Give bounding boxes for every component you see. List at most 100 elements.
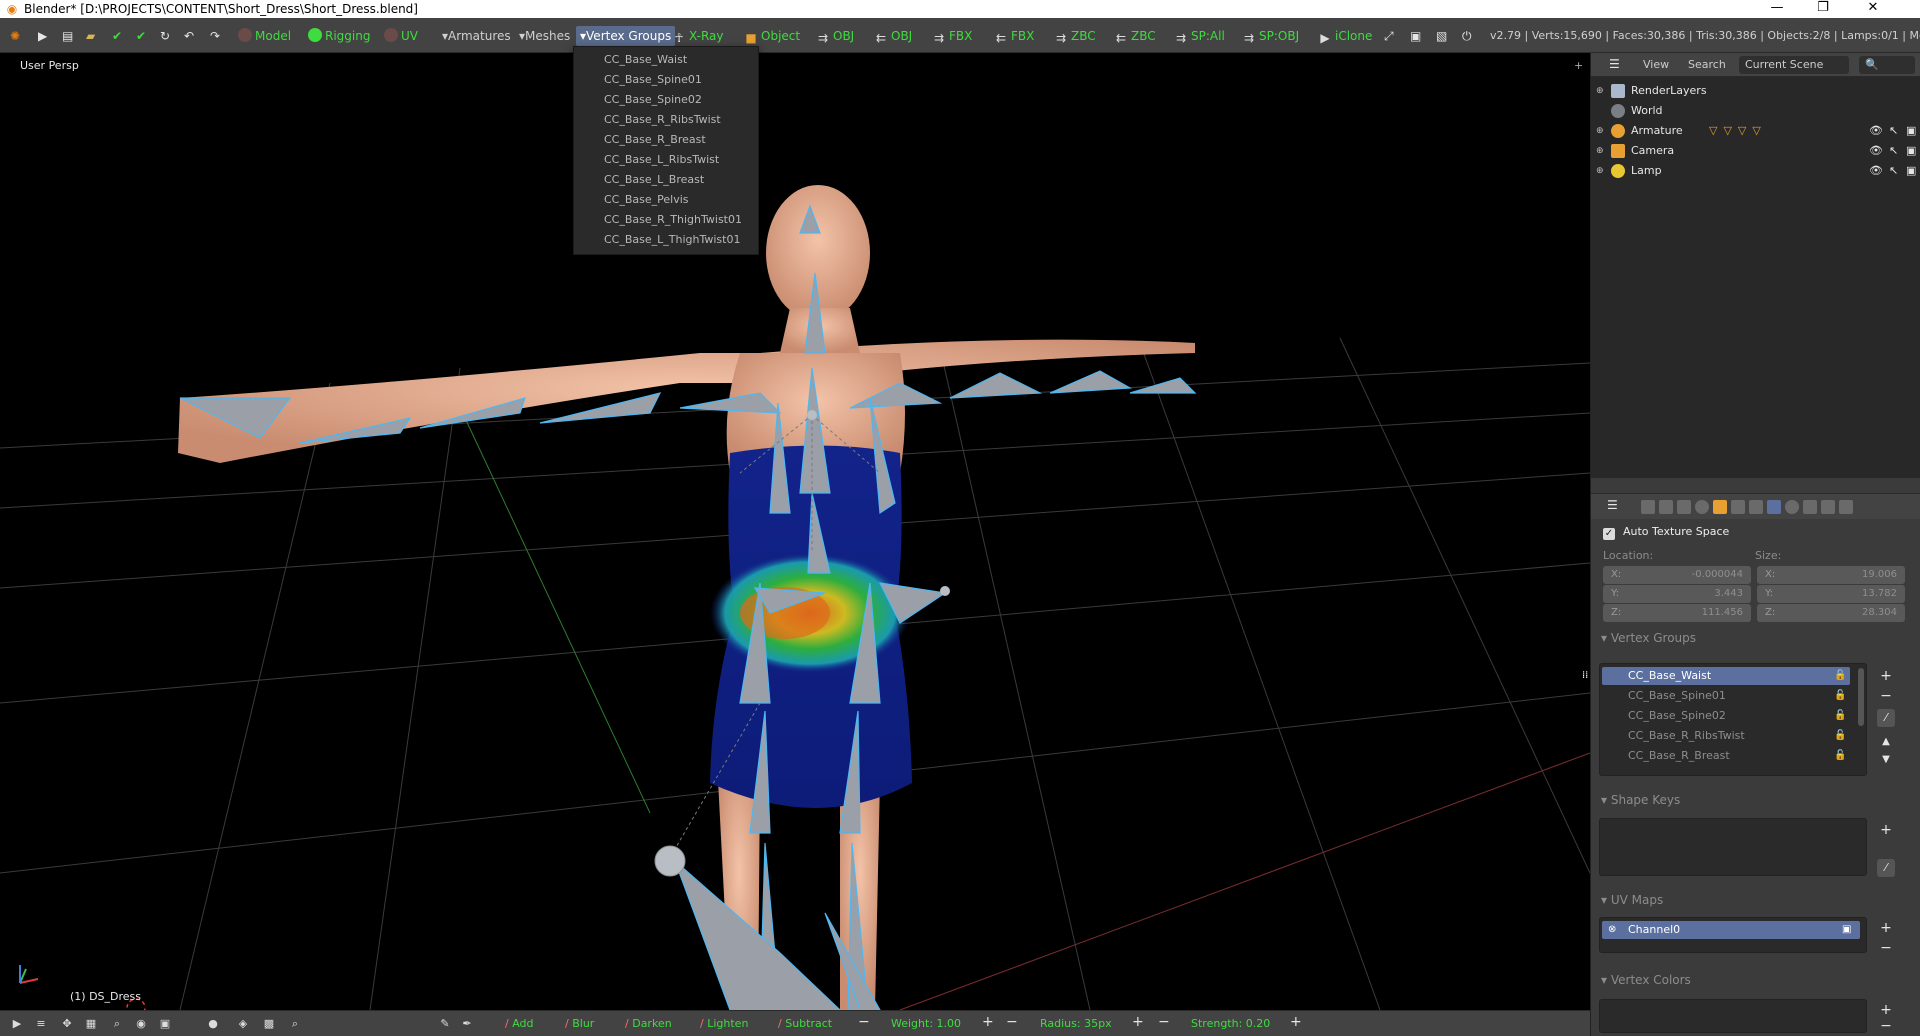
zbc-import-button[interactable]: ⇇ ZBC — [1114, 26, 1156, 46]
particles-tab-icon[interactable] — [1821, 500, 1835, 514]
uv-maps-panel-toggle[interactable]: ▾ UV Maps — [1601, 893, 1663, 907]
move-down-button[interactable]: ▼ — [1877, 751, 1895, 769]
remove-vertex-group-button[interactable]: − — [1877, 687, 1895, 705]
brush-darken-button[interactable]: / Darken — [625, 1017, 672, 1031]
render-camera-icon[interactable]: ▣ — [1906, 141, 1916, 161]
outliner-item-lamp[interactable]: ⊕ Lamp 👁 ↖ ▣ — [1591, 161, 1920, 181]
new-file-icon[interactable]: ▤ — [62, 26, 73, 46]
lock-icon[interactable]: 🔓 — [1834, 747, 1846, 765]
meshes-menu[interactable]: ▾Meshes — [519, 26, 570, 46]
fbx-import-button[interactable]: ⇇ FBX — [994, 26, 1034, 46]
brush-add-button[interactable]: / Add — [505, 1017, 534, 1031]
render-layers-tab-icon[interactable] — [1659, 500, 1673, 514]
play-icon[interactable]: ▶ — [10, 1017, 24, 1031]
dropdown-item[interactable]: CC_Base_Pelvis — [604, 191, 689, 209]
add-uv-map-button[interactable]: + — [1877, 919, 1895, 937]
render-camera-icon[interactable]: ▣ — [1906, 161, 1916, 181]
dropdown-item[interactable]: CC_Base_Spine02 — [604, 91, 702, 109]
fullscreen-icon[interactable]: ⤢ — [1384, 26, 1394, 46]
shape-key-specials-button[interactable]: ⁄ — [1877, 859, 1895, 877]
list-item[interactable]: CC_Base_Spine02 🔓 — [1602, 707, 1850, 725]
check-all-icon[interactable]: ✔ — [136, 26, 146, 46]
close-icon[interactable]: ✕ — [1850, 0, 1896, 18]
view-icon[interactable]: ◉ — [134, 1017, 148, 1031]
object-tab-icon[interactable] — [1713, 500, 1727, 514]
dropdown-item[interactable]: CC_Base_L_ThighTwist01 — [604, 231, 740, 249]
dropdown-item[interactable]: CC_Base_R_ThighTwist01 — [604, 211, 742, 229]
3d-viewport[interactable]: User Persp + (1) DS_Dress — [0, 53, 1590, 1010]
render-camera-icon[interactable]: ▣ — [1906, 121, 1916, 141]
iclone-button[interactable]: ▶ iClone — [1318, 26, 1372, 46]
outliner-item-armature[interactable]: ⊕ Armature ▽▽▽▽ 👁 ↖ ▣ — [1591, 121, 1920, 141]
restore-icon[interactable]: ❐ — [1800, 0, 1846, 18]
move-up-button[interactable]: ▲ — [1877, 733, 1895, 751]
strength-value[interactable]: Strength: 0.20 — [1191, 1017, 1270, 1031]
shading-icon[interactable]: ● — [206, 1017, 220, 1031]
image-icon[interactable]: ▧ — [1436, 26, 1447, 46]
lock-icon[interactable]: 🔓 — [1834, 667, 1846, 685]
snap-icon[interactable]: ✥ — [60, 1017, 74, 1031]
strength-decrease-button[interactable]: − — [1158, 1015, 1170, 1029]
obj-export-button[interactable]: ⇉ OBJ — [816, 26, 854, 46]
radius-increase-button[interactable]: + — [1132, 1015, 1144, 1029]
blender-menu-icon[interactable]: ✺ — [10, 26, 20, 46]
list-item[interactable]: CC_Base_Waist ⁞⁞ 🔓 — [1582, 667, 1850, 685]
brush-blur-button[interactable]: / Blur — [565, 1017, 594, 1031]
undo-icon[interactable]: ↶ — [184, 26, 194, 46]
check-icon[interactable]: ✔ — [112, 26, 122, 46]
paint-tools-icon[interactable]: ✎ — [438, 1017, 452, 1031]
texture-tab-icon[interactable] — [1803, 500, 1817, 514]
expand-icon[interactable]: ⊕ — [1596, 141, 1604, 161]
outliner-view-menu[interactable]: View — [1643, 58, 1669, 71]
screenshot-icon[interactable]: ▣ — [1410, 26, 1421, 46]
power-icon[interactable]: ⏻ — [1462, 26, 1472, 46]
open-folder-icon[interactable]: ▰ — [86, 26, 95, 46]
xray-button[interactable]: ☥ X-Ray — [672, 26, 724, 46]
mask-icon[interactable]: ▩ — [262, 1017, 276, 1031]
minimize-icon[interactable]: — — [1754, 0, 1800, 18]
fbx-export-button[interactable]: ⇉ FBX — [932, 26, 972, 46]
properties-editor-icon[interactable]: ☰ — [1607, 498, 1618, 512]
model-button[interactable]: Model — [238, 26, 291, 46]
vertex-groups-menu[interactable]: ▾Vertex Groups — [576, 26, 676, 46]
dropdown-item[interactable]: CC_Base_R_RibsTwist — [604, 111, 721, 129]
list-item[interactable]: ⊗ Channel0 ▣ — [1602, 921, 1860, 939]
select-arrow-icon[interactable]: ↖ — [1889, 141, 1898, 161]
radius-value[interactable]: Radius: 35px — [1040, 1017, 1112, 1031]
brush-lighten-button[interactable]: / Lighten — [700, 1017, 748, 1031]
grid-icon[interactable]: ▦ — [84, 1017, 98, 1031]
mesh-select-icon[interactable]: ▣ — [158, 1017, 172, 1031]
zoom-icon[interactable]: ⌕ — [110, 1017, 124, 1031]
weight-increase-button[interactable]: + — [982, 1015, 994, 1029]
location-x-field[interactable]: X: -0.000044 — [1603, 566, 1751, 584]
location-z-field[interactable]: Z: 111.456 — [1603, 604, 1751, 622]
vertex-group-specials-button[interactable]: ⁄ — [1877, 709, 1895, 727]
location-y-field[interactable]: Y: 3.443 — [1603, 585, 1751, 603]
dropdown-item[interactable]: CC_Base_R_Breast — [604, 131, 706, 149]
vertex-groups-panel-toggle[interactable]: ▾ Vertex Groups — [1601, 631, 1696, 645]
uv-button[interactable]: UV — [384, 26, 418, 46]
visibility-eye-icon[interactable]: 👁 — [1869, 161, 1883, 181]
visibility-eye-icon[interactable]: 👁 — [1869, 121, 1883, 141]
outliner-search-menu[interactable]: Search — [1688, 58, 1726, 71]
auto-texture-space-checkbox[interactable]: ✓ — [1603, 528, 1615, 540]
armatures-menu[interactable]: ▾Armatures — [442, 26, 511, 46]
dropdown-item[interactable]: CC_Base_L_RibsTwist — [604, 151, 719, 169]
object-button[interactable]: ■ Object — [744, 26, 800, 46]
scene-tab-icon[interactable] — [1677, 500, 1691, 514]
expand-icon[interactable]: ⊕ — [1596, 161, 1604, 181]
menu-icon[interactable]: ≡ — [34, 1017, 48, 1031]
weight-decrease-button[interactable]: − — [858, 1015, 870, 1029]
list-item[interactable]: CC_Base_R_RibsTwist 🔓 — [1602, 727, 1850, 745]
play-icon[interactable]: ▶ — [38, 26, 47, 46]
data-tab-icon[interactable] — [1767, 500, 1781, 514]
visibility-eye-icon[interactable]: 👁 — [1869, 141, 1883, 161]
size-x-field[interactable]: X: 19.006 — [1757, 566, 1905, 584]
zbc-export-button[interactable]: ⇉ ZBC — [1054, 26, 1096, 46]
refresh-icon[interactable]: ↻ — [160, 26, 170, 46]
obj-import-button[interactable]: ⇇ OBJ — [874, 26, 912, 46]
expand-icon[interactable]: ⊕ — [1596, 81, 1604, 101]
expand-icon[interactable]: ⊕ — [1596, 121, 1604, 141]
lock-icon[interactable]: 🔓 — [1834, 687, 1846, 705]
select-arrow-icon[interactable]: ↖ — [1889, 121, 1898, 141]
